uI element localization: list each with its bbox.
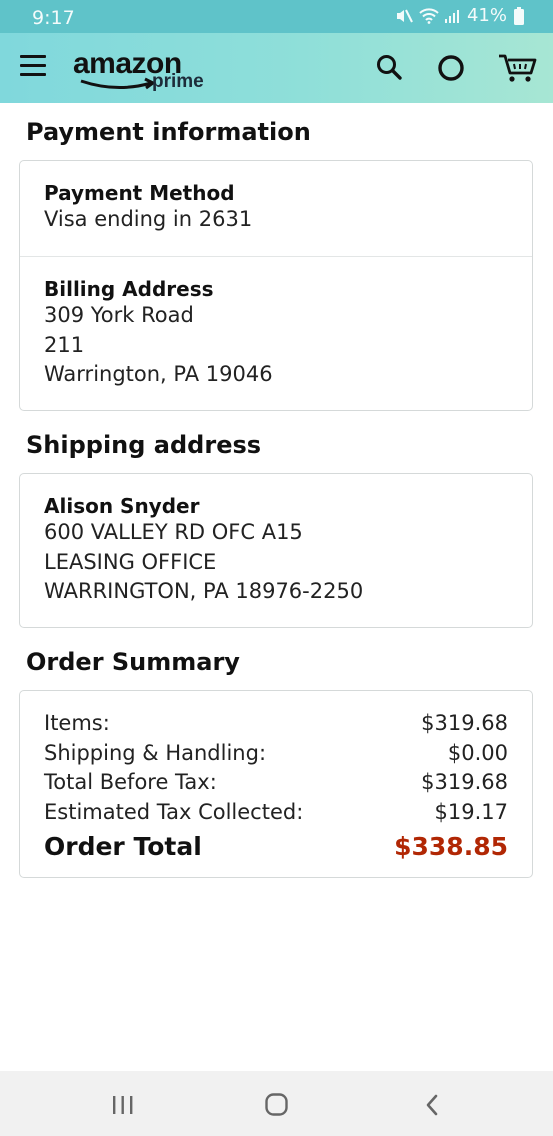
summary-row-tax: Estimated Tax Collected: $19.17 [44, 798, 508, 828]
shipping-section-title: Shipping address [26, 431, 262, 459]
summary-amount: $0.00 [447, 740, 508, 765]
order-total-row: Order Total $338.85 [44, 829, 508, 865]
smile-arrow-icon [80, 77, 156, 90]
summary-row-items: Items: $319.68 [44, 709, 508, 739]
shipping-name: Alison Snyder [44, 494, 200, 518]
alexa-icon[interactable] [436, 53, 466, 83]
order-total-label: Order Total [44, 832, 202, 861]
billing-line-unit: 211 [44, 332, 85, 357]
summary-label: Estimated Tax Collected: [44, 799, 304, 824]
wifi-icon [419, 7, 439, 24]
summary-row-before-tax: Total Before Tax: $319.68 [44, 768, 508, 798]
app-header: amazon prime [0, 33, 553, 103]
status-time: 9:17 [32, 7, 75, 29]
payment-method-row[interactable]: Payment Method Visa ending in 2631 [20, 161, 532, 256]
summary-row-shipping: Shipping & Handling: $0.00 [44, 739, 508, 769]
summary-label: Items: [44, 711, 110, 735]
menu-icon[interactable] [20, 55, 46, 79]
home-icon[interactable] [264, 1092, 290, 1118]
summary-amount: $319.68 [421, 770, 508, 794]
summary-rows: Items: $319.68 Shipping & Handling: $0.0… [20, 691, 532, 865]
summary-label: Total Before Tax: [44, 770, 217, 794]
recent-apps-icon[interactable] [110, 1094, 136, 1116]
payment-section-title: Payment information [26, 118, 311, 146]
summary-label: Shipping & Handling: [44, 740, 267, 765]
billing-address-row[interactable]: Billing Address 309 York Road 211 Warrin… [20, 257, 532, 390]
billing-line-city: Warrington, PA 19046 [44, 362, 273, 386]
mute-icon [396, 9, 413, 22]
amazon-prime-logo[interactable]: amazon prime [73, 47, 213, 97]
cart-icon[interactable] [497, 51, 537, 85]
shipping-line-office: LEASING OFFICE [44, 549, 217, 574]
shipping-line-street: 600 VALLEY RD OFC A15 [44, 520, 303, 544]
shipping-card[interactable]: Alison Snyder 600 VALLEY RD OFC A15 LEAS… [19, 473, 533, 628]
summary-amount: $19.17 [434, 799, 508, 824]
search-icon[interactable] [375, 53, 403, 81]
billing-line-street: 309 York Road [44, 303, 194, 327]
summary-section-title: Order Summary [26, 648, 240, 676]
back-icon[interactable] [422, 1093, 442, 1117]
billing-address-label: Billing Address [44, 277, 214, 301]
logo-prime-text: prime [152, 71, 204, 92]
order-total-amount: $338.85 [394, 832, 508, 861]
status-icons: 41% [395, 5, 525, 26]
status-bar: 9:17 41% [0, 0, 553, 33]
order-summary-card: Items: $319.68 Shipping & Handling: $0.0… [19, 690, 533, 878]
payment-method-value: Visa ending in 2631 [44, 207, 253, 231]
payment-method-label: Payment Method [44, 181, 235, 205]
summary-amount: $319.68 [421, 711, 508, 735]
shipping-line-city: WARRINGTON, PA 18976-2250 [44, 579, 364, 603]
shipping-address-row: Alison Snyder 600 VALLEY RD OFC A15 LEAS… [20, 474, 532, 607]
battery-icon [514, 6, 524, 25]
signal-icon [444, 9, 459, 23]
battery-percent: 41% [466, 5, 507, 26]
payment-card: Payment Method Visa ending in 2631 Billi… [19, 160, 533, 411]
system-nav-bar [0, 1071, 553, 1136]
